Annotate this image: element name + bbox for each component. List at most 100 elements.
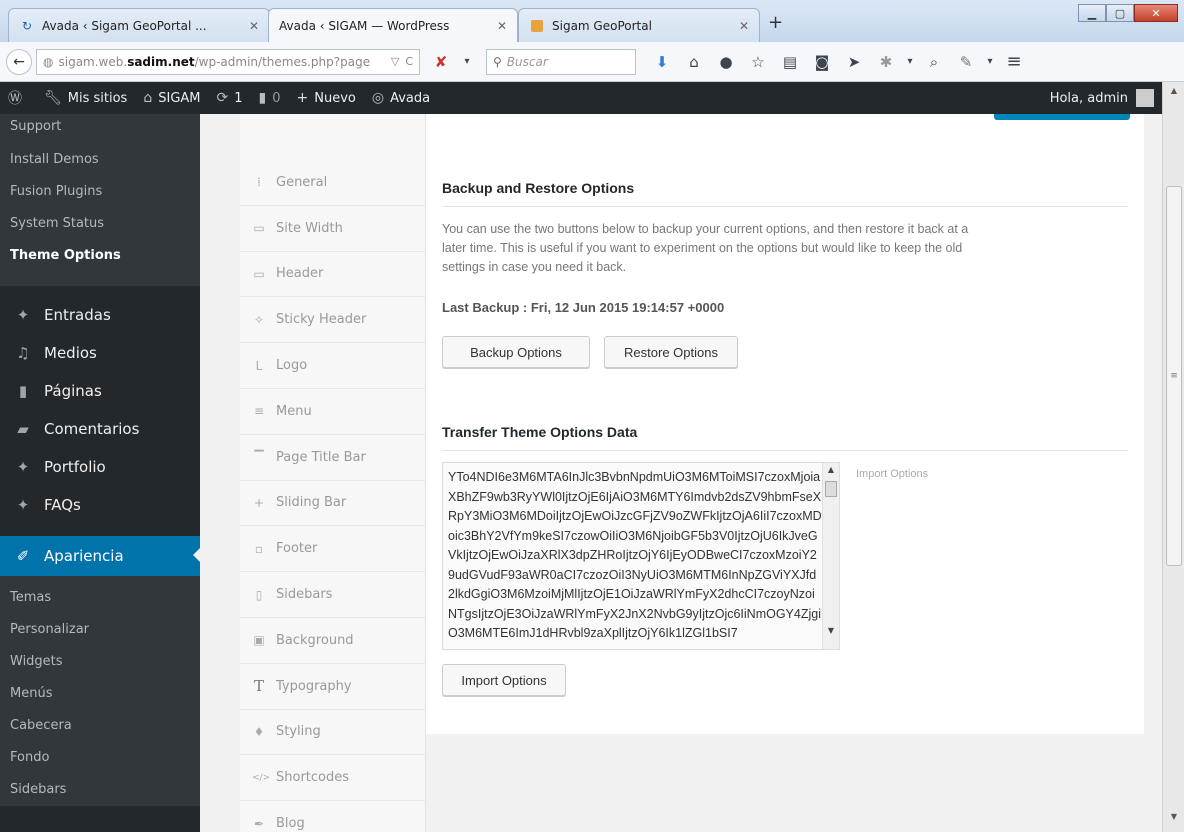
close-window-button[interactable]: ✕	[1134, 4, 1178, 22]
close-tab-icon[interactable]: ✕	[249, 19, 259, 33]
import-options-button[interactable]: Import Options	[442, 664, 566, 696]
scroll-up-arrow-icon[interactable]: ▲	[823, 465, 839, 474]
options-tab-footer[interactable]: ▫ Footer	[240, 526, 425, 573]
options-tab-sticky-header[interactable]: ✧ Sticky Header	[240, 297, 425, 344]
my-sites-label: Mis sitios	[67, 90, 128, 106]
account-menu[interactable]: Hola, admin	[1050, 89, 1154, 107]
sidebar-item-menus[interactable]: Menús	[0, 678, 200, 710]
sidebar-item-label: Portfolio	[44, 458, 106, 476]
bookmarks-list-icon[interactable]: ▤	[774, 49, 806, 75]
hamburger-menu-icon[interactable]: ≡	[998, 49, 1030, 75]
updates-menu[interactable]: ⟳ 1	[217, 90, 243, 106]
sidebar-item-portfolio[interactable]: ✦ Portfolio	[0, 448, 200, 486]
scroll-down-arrow-icon[interactable]: ▼	[1163, 812, 1184, 828]
options-tab-label: Site Width	[276, 220, 343, 236]
find-icon[interactable]: ⌕	[918, 49, 950, 75]
send-icon[interactable]: ➤	[838, 49, 870, 75]
options-data-textarea[interactable]: YTo4NDI6e3M6MTA6InJlc3BvbnNpdmUiO3M6MToi…	[442, 462, 840, 650]
textarea-scrollbar[interactable]: ▲ ▼	[822, 463, 839, 649]
chat-icon[interactable]: ●	[710, 49, 742, 75]
scrollbar-thumb[interactable]: ≡	[1166, 186, 1182, 566]
tab-sigam-geoportal-avada[interactable]: ↻ Avada ‹ Sigam GeoPortal ... ✕	[8, 8, 270, 42]
sidebar-item-install-demos[interactable]: Install Demos	[0, 144, 200, 176]
new-content-menu[interactable]: + Nuevo	[297, 90, 356, 106]
avada-menu[interactable]: ◎ Avada	[372, 90, 430, 106]
scrollbar-thumb[interactable]	[825, 481, 837, 497]
avatar	[1136, 89, 1154, 107]
tab-title: Avada ‹ SIGAM — WordPress	[279, 18, 450, 33]
bookmark-star-icon[interactable]: ☆	[742, 49, 774, 75]
brush-icon: ✐	[16, 547, 30, 565]
options-tab-background[interactable]: ▣ Background	[240, 617, 425, 664]
home-icon[interactable]: ⌂	[678, 49, 710, 75]
sidebar-item-paginas[interactable]: ▮ Páginas	[0, 372, 200, 410]
sidebar-item-fondo[interactable]: Fondo	[0, 742, 200, 774]
restore-options-button[interactable]: Restore Options	[604, 336, 738, 368]
close-tab-icon[interactable]: ✕	[497, 19, 507, 33]
dropdown-arrow-icon[interactable]: ▾	[902, 49, 918, 75]
save-changes-button[interactable]	[994, 114, 1130, 120]
back-button[interactable]: ←	[6, 48, 32, 75]
sidebar-item-system-status[interactable]: System Status	[0, 208, 200, 240]
sidebar-item-personalizar[interactable]: Personalizar	[0, 614, 200, 646]
url-bar[interactable]: ◍ sigam.web. sadim.net /wp-admin/themes.…	[36, 48, 420, 75]
backup-options-button[interactable]: Backup Options	[442, 336, 590, 368]
updates-count: 1	[234, 90, 243, 106]
wp-admin-sidebar: Support Install Demos Fusion Plugins Sys…	[0, 114, 200, 832]
options-tab-menu[interactable]: ≡ Menu	[240, 388, 425, 435]
scroll-up-arrow-icon[interactable]: ▲	[1163, 86, 1184, 102]
tools-icon[interactable]: ✎	[950, 49, 982, 75]
sidebar-item-temas[interactable]: Temas	[0, 582, 200, 614]
sidebar-item-theme-options[interactable]: Theme Options	[0, 240, 200, 272]
tab-sigam-wordpress[interactable]: Avada ‹ SIGAM — WordPress ✕	[268, 8, 518, 42]
page-icon	[529, 18, 545, 34]
site-name-menu[interactable]: ⌂ SIGAM	[143, 90, 200, 106]
scroll-down-arrow-icon[interactable]: ▼	[823, 626, 839, 635]
options-tab-blog[interactable]: ✒ Blog	[240, 801, 425, 832]
addon-icon[interactable]: ✘	[428, 49, 454, 75]
my-sites-menu[interactable]: 🔧︎ Mis sitios	[44, 90, 127, 106]
sidebar-item-faqs[interactable]: ✦ FAQs	[0, 486, 200, 524]
sidebar-item-comentarios[interactable]: ▰ Comentarios	[0, 410, 200, 448]
close-tab-icon[interactable]: ✕	[739, 19, 749, 33]
options-tab-styling[interactable]: ♦ Styling	[240, 709, 425, 756]
tab-sigam-geoportal[interactable]: Sigam GeoPortal ✕	[518, 8, 760, 42]
sidebar-item-medios[interactable]: ♫ Medios	[0, 334, 200, 372]
options-tab-typography[interactable]: T Typography	[240, 663, 425, 710]
dropdown-arrow-icon[interactable]: ▽	[391, 55, 399, 68]
reload-icon[interactable]: C	[405, 55, 413, 68]
options-tab-shortcodes[interactable]: </> Shortcodes	[240, 755, 425, 802]
sidebar-item-cabecera[interactable]: Cabecera	[0, 710, 200, 742]
page-scrollbar[interactable]: ▲ ≡ ▼	[1162, 82, 1184, 832]
sidebar-item-support[interactable]: Support	[0, 114, 200, 144]
options-tab-header[interactable]: ▭ Header	[240, 251, 425, 298]
wordpress-logo-button[interactable]: Ⓦ	[8, 88, 28, 108]
new-tab-button[interactable]: +	[768, 12, 783, 33]
sidebar-item-entradas[interactable]: ✦ Entradas	[0, 296, 200, 334]
sidebar-item-apariencia[interactable]: ✐ Apariencia	[0, 536, 200, 576]
options-tab-sliding-bar[interactable]: + Sliding Bar	[240, 480, 425, 527]
options-tab-sidebars[interactable]: ▯ Sidebars	[240, 572, 425, 618]
sidebar-item-widgets[interactable]: Widgets	[0, 646, 200, 678]
sidebar-item-fusion-plugins[interactable]: Fusion Plugins	[0, 176, 200, 208]
extension-icon[interactable]: ✱	[870, 49, 902, 75]
window-controls: ▁ ▢ ✕	[1078, 4, 1178, 22]
url-host: sadim.net	[127, 54, 195, 69]
avada-label: Avada	[390, 90, 431, 106]
sidebar-item-sidebars[interactable]: Sidebars	[0, 774, 200, 806]
search-input[interactable]: ⚲ Buscar	[486, 48, 636, 75]
width-icon: ▭	[253, 221, 265, 236]
options-tab-site-width[interactable]: ▭ Site Width	[240, 205, 425, 252]
options-tab-label: Shortcodes	[276, 770, 350, 786]
options-tab-general[interactable]: ⁞ General	[240, 160, 425, 206]
minimize-button[interactable]: ▁	[1078, 4, 1106, 22]
comments-menu[interactable]: ▮ 0	[259, 90, 281, 106]
pocket-icon[interactable]: ◙	[806, 49, 838, 75]
dropdown-arrow-icon[interactable]: ▾	[982, 49, 998, 75]
search-icon: ⚲	[493, 54, 502, 69]
download-icon[interactable]: ⬇	[646, 49, 678, 75]
dropdown-arrow-icon[interactable]: ▾	[454, 49, 480, 75]
maximize-button[interactable]: ▢	[1106, 4, 1134, 22]
options-tab-logo[interactable]: L Logo	[240, 343, 425, 389]
options-tab-page-title-bar[interactable]: ▔ Page Title Bar	[240, 434, 425, 481]
